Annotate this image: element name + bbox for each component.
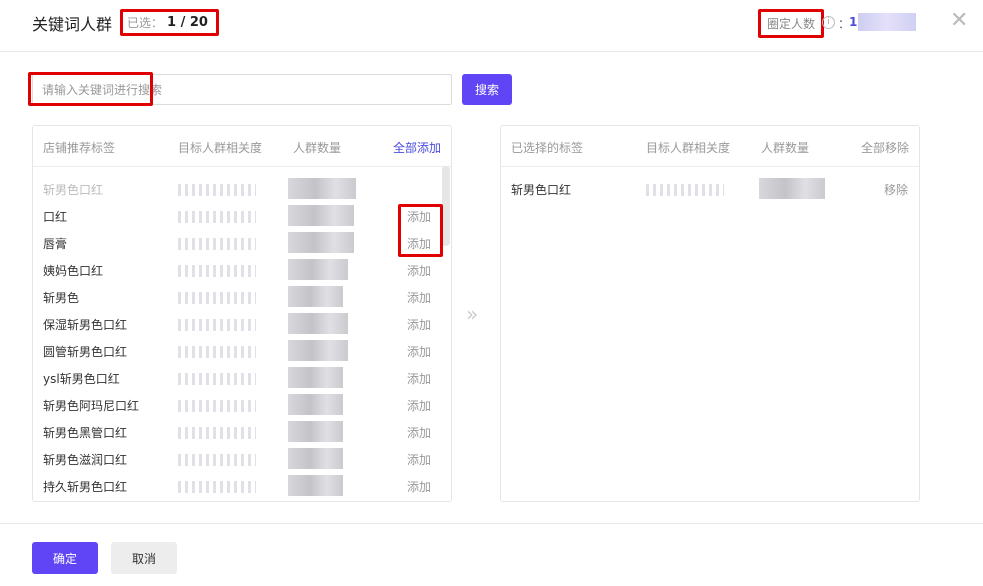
- info-icon[interactable]: i: [822, 16, 835, 29]
- table-row: 斩男色口红: [33, 175, 451, 202]
- relevance-bar: [646, 184, 724, 196]
- dialog-title: 关键词人群: [32, 15, 113, 34]
- add-button[interactable]: 添加: [407, 208, 431, 225]
- remove-all-button[interactable]: 全部移除: [861, 139, 909, 156]
- search-button[interactable]: 搜索: [462, 74, 512, 105]
- population-blurred: [288, 448, 343, 469]
- recommended-tags-panel: 店铺推荐标签 目标人群相关度 人群数量 全部添加 斩男色口红 口红 添加 唇膏 添加 姨妈…: [32, 125, 452, 502]
- tag-name: 斩男色阿玛尼口红: [43, 399, 140, 413]
- column-tag: 店铺推荐标签: [43, 141, 116, 155]
- tag-name: 姨妈色口红: [43, 264, 104, 278]
- table-row: 保湿斩男色口红 添加: [33, 310, 451, 337]
- column-relevance: 目标人群相关度: [178, 141, 263, 155]
- add-button[interactable]: 添加: [407, 424, 431, 441]
- selected-count: 已选： 1 / 20: [120, 9, 219, 36]
- relevance-bar: [178, 427, 256, 439]
- column-population: 人群数量: [293, 141, 342, 155]
- population-blurred: [759, 178, 825, 199]
- tag-name: 斩男色口红: [511, 183, 572, 197]
- relevance-bar: [178, 184, 256, 196]
- relevance-bar: [178, 292, 256, 304]
- table-row: 斩男色 添加: [33, 283, 451, 310]
- column-relevance: 目标人群相关度: [646, 141, 731, 155]
- tag-name: 保湿斩男色口红: [43, 318, 128, 332]
- add-button[interactable]: 添加: [407, 316, 431, 333]
- table-row: 持久斩男色口红 添加: [33, 472, 451, 499]
- relevance-bar: [178, 211, 256, 223]
- add-button[interactable]: 添加: [407, 343, 431, 360]
- selected-tags-header: 已选择的标签 目标人群相关度 人群数量 全部移除: [501, 126, 919, 167]
- population-blurred: [288, 394, 343, 415]
- column-selected-tag: 已选择的标签: [511, 141, 584, 155]
- population-blurred: [288, 340, 348, 361]
- add-button[interactable]: 添加: [407, 289, 431, 306]
- circled-population: 圈定人数: [758, 9, 824, 38]
- tag-name: 圆管斩男色口红: [43, 345, 128, 359]
- tag-name: ysl斩男色口红: [43, 372, 120, 386]
- footer-divider: [0, 523, 983, 524]
- population-blurred: [288, 475, 343, 496]
- close-icon[interactable]: ✕: [950, 10, 968, 32]
- population-blurred: [288, 259, 348, 280]
- tag-name: 持久斩男色口红: [43, 480, 128, 494]
- dialog-header: 关键词人群 已选： 1 / 20 圈定人数 i ： 1 ✕: [0, 0, 983, 52]
- tag-name: 斩男色: [43, 291, 80, 305]
- table-row: 圆管斩男色口红 添加: [33, 337, 451, 364]
- search-input[interactable]: [32, 74, 452, 105]
- relevance-bar: [178, 400, 256, 412]
- add-button[interactable]: 添加: [407, 478, 431, 495]
- relevance-bar: [178, 346, 256, 358]
- relevance-bar: [178, 481, 256, 493]
- population-blurred: [288, 178, 356, 199]
- tag-name: 唇膏: [43, 237, 68, 251]
- add-button[interactable]: 添加: [407, 397, 431, 414]
- remove-button[interactable]: 移除: [884, 181, 908, 198]
- scrollbar[interactable]: [442, 166, 450, 246]
- relevance-bar: [178, 454, 256, 466]
- table-row: 斩男色黑管口红 添加: [33, 418, 451, 445]
- selected-count-label: 已选：: [127, 16, 164, 30]
- relevance-bar: [178, 265, 256, 277]
- add-button[interactable]: 添加: [407, 370, 431, 387]
- population-blurred: [288, 286, 343, 307]
- table-row: 斩男色阿玛尼口红 添加: [33, 391, 451, 418]
- selected-count-value: 1 / 20: [167, 15, 208, 30]
- tag-name: 口红: [43, 210, 68, 224]
- circled-population-blurred: [858, 13, 916, 31]
- selected-tags-panel: 已选择的标签 目标人群相关度 人群数量 全部移除 斩男色口红 移除: [500, 125, 920, 502]
- tag-name: 斩男色口红: [43, 183, 104, 197]
- confirm-button[interactable]: 确定: [32, 542, 98, 574]
- circled-population-value: 1: [849, 15, 858, 29]
- table-row: 姨妈色口红 添加: [33, 256, 451, 283]
- relevance-bar: [178, 373, 256, 385]
- cancel-button[interactable]: 取消: [111, 542, 177, 574]
- add-button[interactable]: 添加: [407, 235, 431, 252]
- population-blurred: [288, 421, 343, 442]
- population-blurred: [288, 367, 343, 388]
- population-blurred: [288, 313, 348, 334]
- circled-population-label: 圈定人数: [766, 17, 815, 31]
- population-blurred: [288, 205, 354, 226]
- recommended-tags-header: 店铺推荐标签 目标人群相关度 人群数量 全部添加: [33, 126, 451, 167]
- tag-name: 斩男色滋润口红: [43, 453, 128, 467]
- population-blurred: [288, 232, 354, 253]
- relevance-bar: [178, 238, 256, 250]
- table-row: ysl斩男色口红 添加: [33, 364, 451, 391]
- column-population: 人群数量: [761, 141, 810, 155]
- add-button[interactable]: 添加: [407, 262, 431, 279]
- table-row: 口红 添加: [33, 202, 451, 229]
- table-row: 唇膏 添加: [33, 229, 451, 256]
- double-chevron-right-icon: »: [466, 302, 479, 326]
- tag-name: 斩男色黑管口红: [43, 426, 128, 440]
- table-row: 斩男色口红 移除: [501, 175, 919, 202]
- add-all-button[interactable]: 全部添加: [393, 139, 441, 156]
- table-row: 斩男色滋润口红 添加: [33, 445, 451, 472]
- add-button[interactable]: 添加: [407, 451, 431, 468]
- relevance-bar: [178, 319, 256, 331]
